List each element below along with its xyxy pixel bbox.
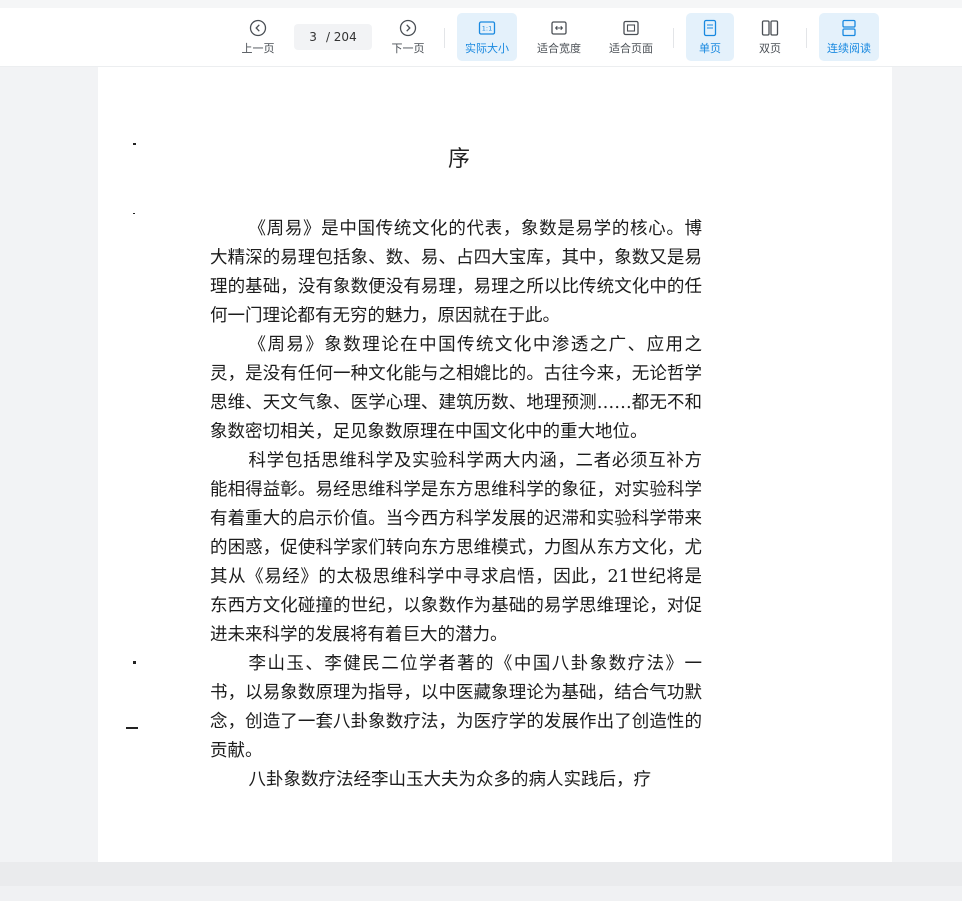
paragraph: 李山玉、李健民二位学者著的《中国八卦象数疗法》一书，以易象数原理为指导，以中医藏… — [210, 654, 702, 761]
page-number-box[interactable]: 3 / 204 — [294, 24, 372, 50]
svg-text:1:1: 1:1 — [482, 24, 492, 32]
double-page-button[interactable]: 双页 — [746, 13, 794, 61]
single-page-label: 单页 — [699, 41, 721, 55]
reader-toolbar: 上一页 3 / 204 下一页 1:1 实际大小 适合宽度 适合页面 单页 双页… — [0, 8, 962, 67]
chevron-right-circle-icon — [399, 19, 417, 36]
toolbar-divider — [444, 28, 445, 48]
document-viewer[interactable]: 序 《周易》是中国传统文化的代表，象数是易学的核心。博大精深的易理包括象、数、易… — [0, 67, 962, 862]
scan-speck — [133, 661, 136, 664]
continuous-reading-button[interactable]: 连续阅读 — [819, 13, 879, 61]
chevron-left-circle-icon — [249, 19, 267, 36]
current-page-input[interactable]: 3 — [309, 30, 317, 44]
document-page: 序 《周易》是中国传统文化的代表，象数是易学的核心。博大精深的易理包括象、数、易… — [98, 67, 892, 862]
paragraph: 科学包括思维科学及实验科学两大内涵，二者必须互补方能相得益彰。易经思维科学是东方… — [210, 451, 702, 645]
fit-page-icon — [623, 20, 639, 35]
paragraph: 《周易》象数理论在中国传统文化中渗透之广、应用之灵，是没有任何一种文化能与之相媲… — [210, 335, 702, 442]
single-page-button[interactable]: 单页 — [686, 13, 734, 61]
prev-page-label: 上一页 — [241, 41, 275, 55]
document-title: 序 — [447, 147, 470, 172]
toolbar-divider — [673, 28, 674, 48]
total-pages: / 204 — [325, 30, 357, 44]
fit-width-icon — [551, 20, 567, 35]
document-body: 《周易》是中国传统文化的代表，象数是易学的核心。博大精深的易理包括象、数、易、占… — [210, 215, 702, 795]
window-top-strip — [0, 0, 962, 8]
paragraph: 《周易》是中国传统文化的代表，象数是易学的核心。博大精深的易理包括象、数、易、占… — [210, 219, 702, 326]
actual-size-label: 实际大小 — [465, 41, 509, 55]
horizontal-scrollbar[interactable] — [0, 862, 962, 886]
continuous-reading-label: 连续阅读 — [827, 41, 871, 55]
next-page-label: 下一页 — [391, 41, 425, 55]
scan-speck — [126, 727, 138, 729]
status-strip — [0, 886, 962, 901]
paragraph: 八卦象数疗法经李山玉大夫为众多的病人实践后，疗 — [248, 770, 652, 790]
single-page-icon — [703, 19, 717, 36]
double-page-icon — [761, 19, 779, 36]
next-page-button[interactable]: 下一页 — [386, 13, 430, 61]
actual-size-icon: 1:1 — [478, 20, 496, 35]
fit-page-label: 适合页面 — [609, 41, 653, 55]
actual-size-button[interactable]: 1:1 实际大小 — [457, 13, 517, 61]
fit-width-button[interactable]: 适合宽度 — [529, 13, 589, 61]
double-page-label: 双页 — [759, 41, 781, 55]
fit-width-label: 适合宽度 — [537, 41, 581, 55]
fit-page-button[interactable]: 适合页面 — [601, 13, 661, 61]
scan-speck — [133, 213, 135, 214]
prev-page-button[interactable]: 上一页 — [236, 13, 280, 61]
toolbar-divider — [806, 28, 807, 48]
continuous-scroll-icon — [842, 19, 856, 36]
